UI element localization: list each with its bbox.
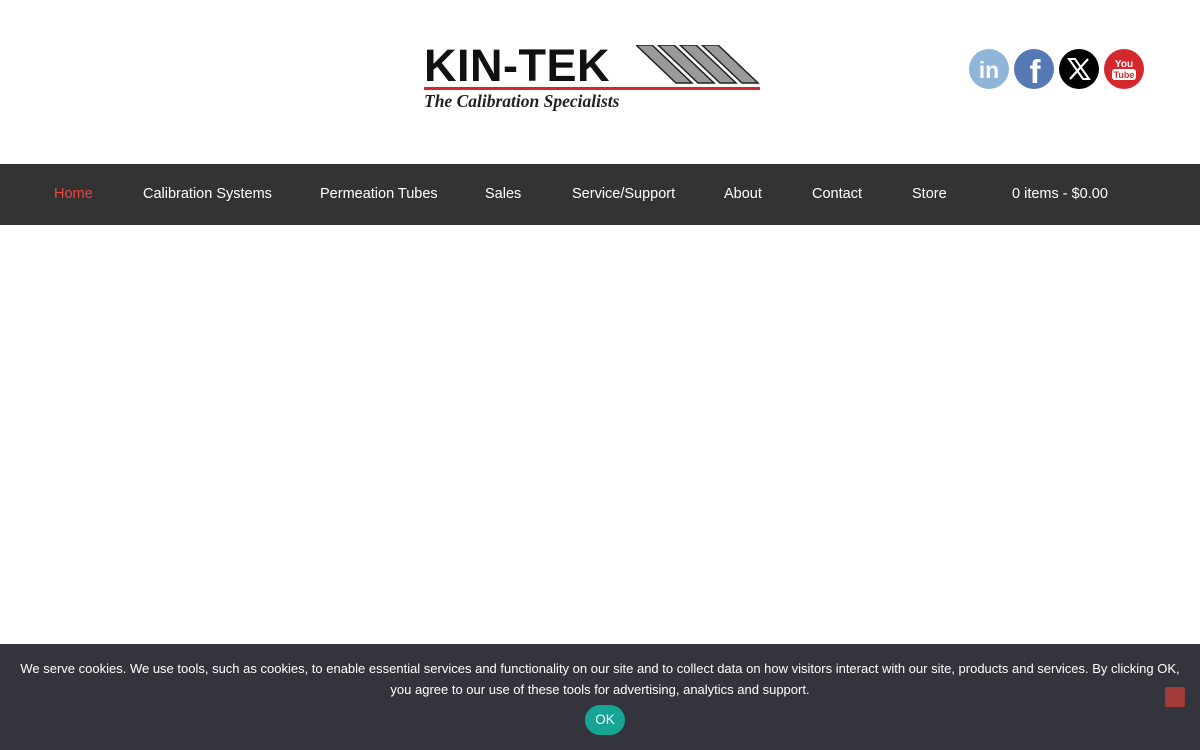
logo-stripes-icon xyxy=(636,45,760,84)
nav-item-service-support[interactable]: Service/Support xyxy=(572,164,675,225)
svg-text:in: in xyxy=(979,57,999,83)
facebook-link[interactable]: f xyxy=(1014,49,1054,89)
x-icon xyxy=(1067,58,1091,80)
cookie-close-icon[interactable] xyxy=(1165,687,1185,707)
nav-item-contact[interactable]: Contact xyxy=(812,164,862,225)
x-link[interactable] xyxy=(1059,49,1099,89)
nav-item-about[interactable]: About xyxy=(724,164,762,225)
nav-item-permeation-tubes[interactable]: Permeation Tubes xyxy=(320,164,438,225)
page: KIN-TEK The Calibration Specialists in f xyxy=(0,0,1200,750)
nav-item-calibration-systems[interactable]: Calibration Systems xyxy=(143,164,272,225)
linkedin-link[interactable]: in xyxy=(969,49,1009,89)
svg-text:f: f xyxy=(1030,53,1042,89)
nav-item-sales[interactable]: Sales xyxy=(485,164,521,225)
site-header: KIN-TEK The Calibration Specialists in f xyxy=(0,0,1200,164)
cart-summary[interactable]: 0 items - $0.00 xyxy=(1012,164,1108,225)
linkedin-icon: in xyxy=(979,57,999,83)
youtube-icon: You Tube xyxy=(1112,59,1136,80)
youtube-link[interactable]: You Tube xyxy=(1104,49,1144,89)
logo-wordmark: KIN-TEK xyxy=(424,40,610,91)
logo-tagline: The Calibration Specialists xyxy=(424,91,620,111)
cookie-banner: We serve cookies. We use tools, such as … xyxy=(0,644,1200,750)
facebook-icon: f xyxy=(1030,53,1042,89)
nav-item-store[interactable]: Store xyxy=(912,164,947,225)
cookie-ok-button[interactable]: OK xyxy=(585,705,625,735)
svg-text:Tube: Tube xyxy=(1114,70,1135,80)
kin-tek-logo[interactable]: KIN-TEK The Calibration Specialists xyxy=(420,40,762,116)
cookie-message: We serve cookies. We use tools, such as … xyxy=(20,661,1180,697)
svg-text:You: You xyxy=(1115,59,1133,70)
main-nav: Home Calibration Systems Permeation Tube… xyxy=(0,164,1200,225)
nav-item-home[interactable]: Home xyxy=(54,164,93,225)
